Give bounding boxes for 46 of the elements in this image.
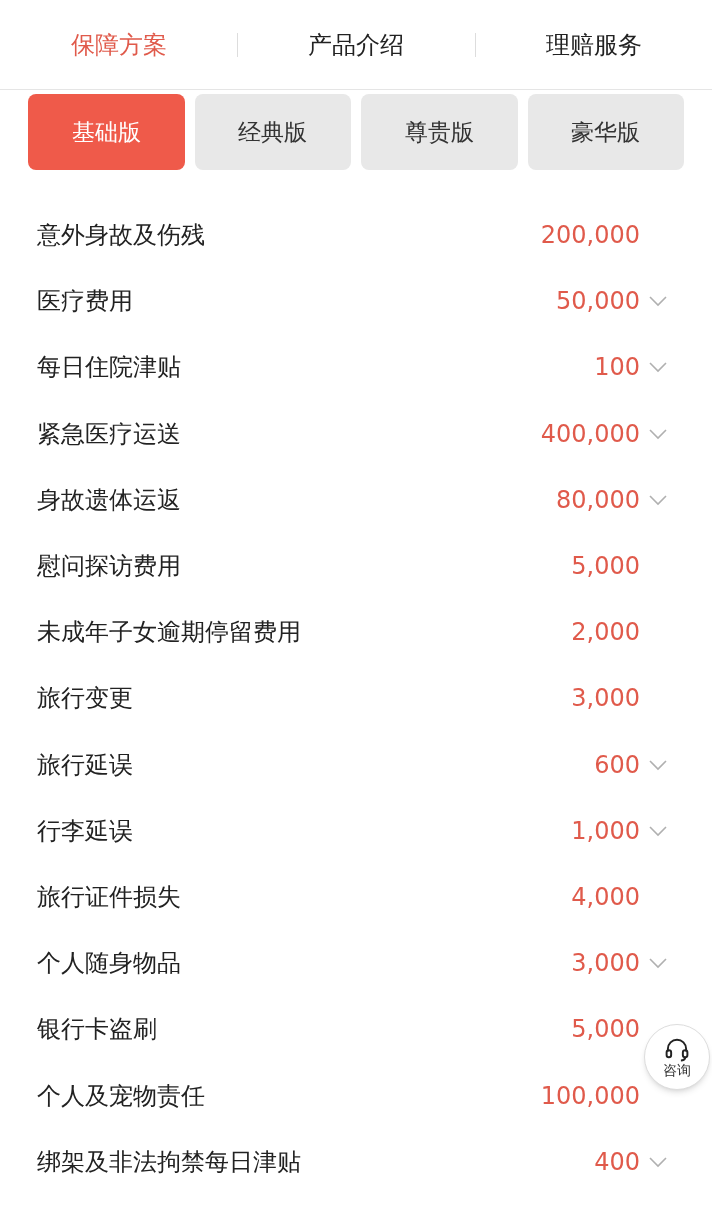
coverage-amount: 5,000 bbox=[571, 1014, 640, 1046]
coverage-name: 医疗费用 bbox=[37, 286, 134, 318]
coverage-amount: 600 bbox=[594, 749, 640, 781]
chevron-down-icon bbox=[648, 493, 668, 506]
coverage-name: 旅行证件损失 bbox=[37, 881, 182, 913]
coverage-name: 未成年子女逾期停留费用 bbox=[37, 617, 302, 649]
coverage-amount: 5,000 bbox=[571, 551, 640, 583]
chevron-down-icon bbox=[648, 295, 668, 308]
plan-tab[interactable]: 经典版 bbox=[194, 94, 351, 170]
coverage-name: 每日住院津贴 bbox=[37, 352, 182, 384]
coverage-name: 个人及宠物责任 bbox=[37, 1080, 206, 1112]
coverage-name: 银行卡盗刷 bbox=[37, 1014, 158, 1046]
coverage-amount: 4,000 bbox=[571, 881, 640, 913]
coverage-amount: 3,000 bbox=[571, 683, 640, 715]
coverage-name: 慰问探访费用 bbox=[37, 551, 182, 583]
chevron-down-icon bbox=[648, 361, 668, 374]
coverage-name: 意外身故及伤残 bbox=[37, 220, 206, 252]
coverage-name: 紧急医疗运送 bbox=[37, 418, 182, 450]
chevron-down-icon bbox=[648, 758, 668, 771]
coverage-name: 身故遗体运返 bbox=[37, 484, 182, 516]
coverage-amount: 400 bbox=[594, 1146, 640, 1178]
coverage-amount: 100,000 bbox=[540, 1080, 640, 1112]
coverage-amount: 80,000 bbox=[556, 484, 640, 516]
consult-button[interactable]: 咨询 bbox=[644, 1024, 710, 1090]
chevron-down-icon bbox=[648, 427, 668, 440]
coverage-amount: 3,000 bbox=[571, 948, 640, 980]
nav-tab[interactable]: 保障方案 bbox=[0, 26, 238, 63]
plan-tab[interactable]: 豪华版 bbox=[527, 94, 684, 170]
chevron-down-icon bbox=[648, 824, 668, 837]
coverage-amount: 100 bbox=[594, 352, 640, 384]
nav-tab[interactable]: 理赔服务 bbox=[475, 26, 712, 63]
chevron-down-icon bbox=[648, 957, 668, 970]
coverage-amount: 2,000 bbox=[571, 617, 640, 649]
coverage-name: 行李延误 bbox=[37, 815, 134, 847]
nav-tab[interactable]: 产品介绍 bbox=[238, 26, 475, 63]
coverage-name: 旅行变更 bbox=[37, 683, 134, 715]
chevron-down-icon bbox=[648, 1155, 668, 1168]
coverage-name: 绑架及非法拘禁每日津贴 bbox=[37, 1146, 302, 1178]
coverage-name: 旅行延误 bbox=[37, 749, 134, 781]
coverage-amount: 200,000 bbox=[540, 220, 640, 252]
coverage-name: 个人随身物品 bbox=[37, 948, 182, 980]
plan-tab[interactable]: 尊贵版 bbox=[361, 94, 518, 170]
headset-icon bbox=[664, 1037, 690, 1062]
coverage-amount: 400,000 bbox=[540, 418, 640, 450]
coverage-amount: 50,000 bbox=[556, 286, 640, 318]
coverage-amount: 1,000 bbox=[571, 815, 640, 847]
